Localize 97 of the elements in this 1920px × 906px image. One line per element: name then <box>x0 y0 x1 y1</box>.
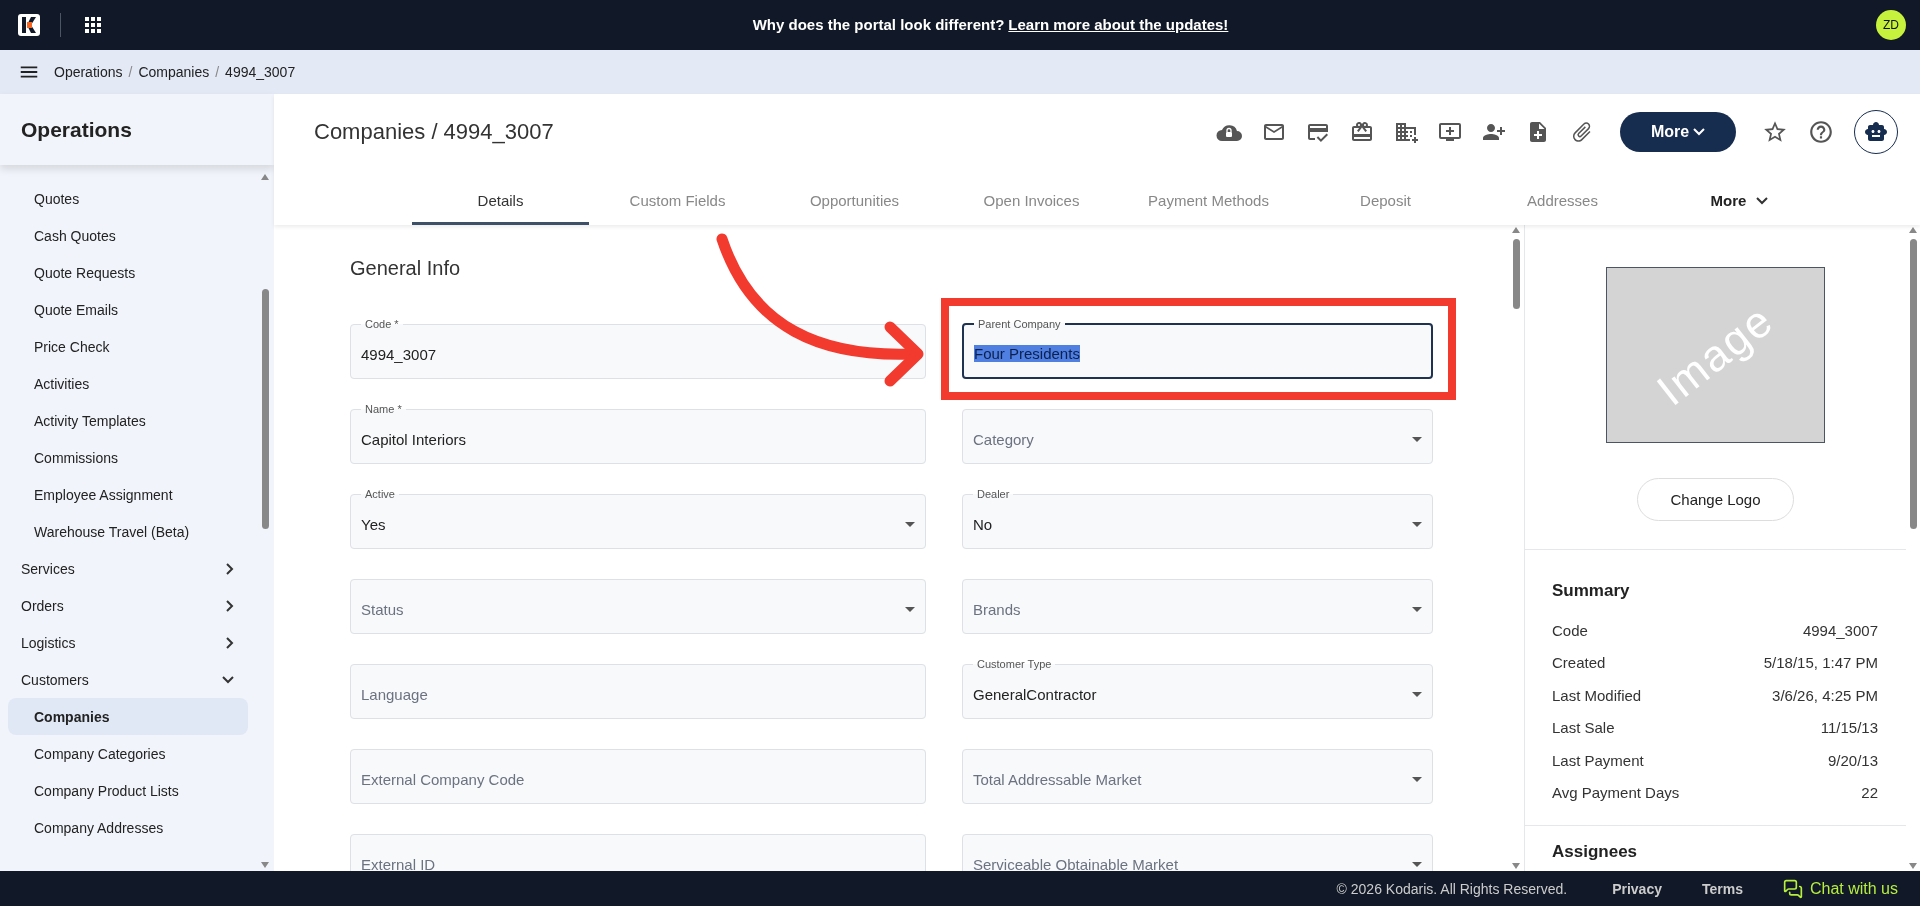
sidebar-group[interactable]: Logistics <box>8 624 248 661</box>
copyright-text: © 2026 Kodaris. All Rights Reserved. <box>1336 880 1568 897</box>
scroll-up-icon[interactable] <box>1512 227 1520 233</box>
sidebar-item[interactable]: Employee Assignment <box>8 476 248 513</box>
field-label: Active <box>364 487 396 501</box>
summary-label: Last Payment <box>1552 751 1644 769</box>
help-icon[interactable] <box>1808 119 1834 145</box>
footer-link[interactable]: Privacy <box>1612 880 1662 897</box>
field-label: Parent Company <box>977 317 1062 331</box>
tab[interactable]: Custom Fields <box>589 179 766 225</box>
input-field[interactable]: Code * 4994_3007 <box>350 317 926 379</box>
field-label: Name * <box>364 402 403 416</box>
user-avatar[interactable]: ZD <box>1876 10 1906 40</box>
robot-button[interactable] <box>1854 110 1898 154</box>
tab[interactable]: Payment Methods <box>1120 179 1297 225</box>
tab[interactable]: Addresses <box>1474 179 1651 225</box>
summary-label: Avg Payment Days <box>1552 784 1680 802</box>
sidebar-item[interactable]: Company Product Lists <box>8 772 248 809</box>
dropdown-caret-icon <box>905 522 915 527</box>
gift-card-icon[interactable] <box>1350 120 1374 144</box>
scrollbar-thumb[interactable] <box>262 289 269 529</box>
input-field[interactable]: Parent Company Four Presidents <box>962 317 1433 379</box>
field-label: Customer Type <box>976 657 1053 671</box>
chevron-down-icon <box>1693 128 1706 136</box>
summary-value: 3/6/26, 4:25 PM <box>1772 686 1878 704</box>
announcement-link[interactable]: Learn more about the updates! <box>1008 16 1229 33</box>
dropdown-caret-icon <box>1412 607 1422 612</box>
monitor-plus-icon[interactable] <box>1438 120 1462 144</box>
dropdown-caret-icon <box>1412 437 1422 442</box>
logo-icon[interactable] <box>18 14 40 36</box>
tab[interactable]: Deposit <box>1297 179 1474 225</box>
dropdown-caret-icon <box>1412 777 1422 782</box>
dropdown-field[interactable]: Active Yes <box>350 487 926 549</box>
sidebar-item[interactable]: Price Check <box>8 328 248 365</box>
building-plus-icon[interactable] <box>1394 120 1418 144</box>
chevron-down-icon <box>222 675 234 684</box>
chevron-right-icon <box>226 562 234 575</box>
chat-button[interactable]: Chat with us <box>1782 878 1898 899</box>
robot-icon <box>1864 120 1888 144</box>
more-tab[interactable]: More <box>1651 179 1828 225</box>
summary-label: Code <box>1552 621 1588 639</box>
tab[interactable]: Opportunities <box>766 179 943 225</box>
summary-label: Last Modified <box>1552 686 1642 704</box>
summary-title: Summary <box>1552 581 1631 601</box>
dropdown-caret-icon <box>1412 862 1422 867</box>
sidebar-item[interactable]: Activity Templates <box>8 402 248 439</box>
section-title: General Info <box>350 257 462 280</box>
summary-label: Last Sale <box>1552 719 1615 737</box>
chevron-right-icon <box>226 599 234 612</box>
sidebar-item[interactable]: Companies <box>8 698 248 735</box>
sidebar-item[interactable]: Quotes <box>8 180 248 217</box>
summary-value: 4994_3007 <box>1802 621 1878 639</box>
chat-icon <box>1782 878 1803 899</box>
scroll-up-icon[interactable] <box>1909 227 1917 233</box>
sidebar-group[interactable]: Customers <box>8 661 248 698</box>
summary-value: 22 <box>1861 784 1878 802</box>
sidebar-item[interactable]: Company Addresses <box>8 809 248 846</box>
input-field[interactable]: Name * Capitol Interiors <box>350 402 926 464</box>
scrollbar-thumb[interactable] <box>1513 239 1520 309</box>
assignees-title: Assignees <box>1552 842 1639 861</box>
cloud-lock-icon[interactable] <box>1216 122 1242 142</box>
sidebar-item[interactable]: Commissions <box>8 439 248 476</box>
sidebar-title: Operations <box>21 117 132 142</box>
dropdown-caret-icon <box>1412 692 1422 697</box>
dropdown-field[interactable]: Dealer No <box>962 487 1433 549</box>
chevron-right-icon <box>226 636 234 649</box>
breadcrumb-link[interactable]: Operations <box>54 64 123 80</box>
sidebar-item[interactable]: Activities <box>8 365 248 402</box>
summary-value: 11/15/13 <box>1820 719 1878 737</box>
footer-link[interactable]: Terms <box>1701 880 1743 897</box>
sidebar-item[interactable]: Quote Requests <box>8 254 248 291</box>
sidebar-item[interactable]: Company Categories <box>8 735 248 772</box>
breadcrumb-separator: / <box>215 64 220 80</box>
scrollbar-thumb[interactable] <box>1910 239 1917 529</box>
dropdown-caret-icon <box>1412 522 1422 527</box>
summary-value: 9/20/13 <box>1827 751 1878 769</box>
breadcrumb-link[interactable]: Companies <box>138 64 210 80</box>
sidebar-group[interactable]: Services <box>8 550 248 587</box>
summary-value: 5/18/15, 1:47 PM <box>1763 654 1878 672</box>
sidebar-item[interactable]: Warehouse Travel (Beta) <box>8 513 248 550</box>
change-logo-button[interactable]: Change Logo <box>1637 478 1794 521</box>
field-label: Code * <box>364 317 400 331</box>
breadcrumb-separator: / <box>128 64 133 80</box>
chevron-down-icon <box>1756 196 1769 205</box>
sidebar-group[interactable]: Orders <box>8 587 248 624</box>
tab[interactable]: Details <box>412 179 589 225</box>
summary-label: Created <box>1552 654 1606 672</box>
tab[interactable]: Open Invoices <box>943 179 1120 225</box>
dropdown-caret-icon <box>905 607 915 612</box>
sidebar-item[interactable]: Cash Quotes <box>8 217 248 254</box>
page-title: Companies / 4994_3007 <box>314 119 555 145</box>
field-label: Dealer <box>976 487 1011 501</box>
star-icon[interactable] <box>1762 119 1788 145</box>
sidebar-item[interactable]: Quote Emails <box>8 291 248 328</box>
dropdown-field[interactable]: Customer Type GeneralContractor <box>962 657 1433 719</box>
announcement-text: Why does the portal look different? <box>752 16 1005 33</box>
more-button[interactable]: More <box>1620 112 1736 152</box>
